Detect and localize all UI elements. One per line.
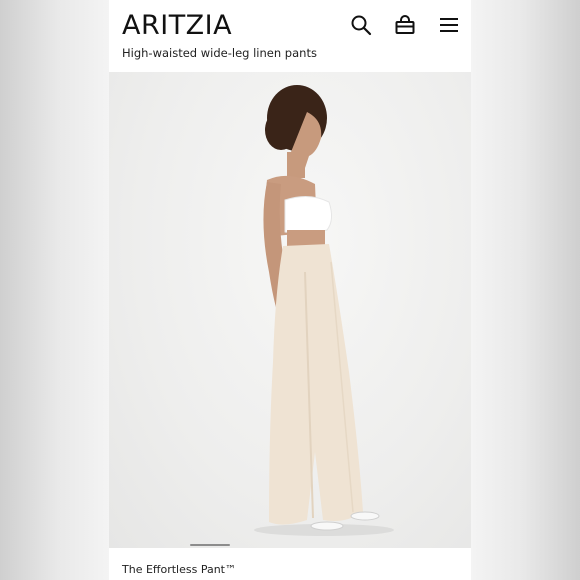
product-subtitle: High-waisted wide-leg linen pants — [122, 46, 317, 60]
product-image[interactable] — [109, 72, 471, 548]
search-icon[interactable] — [350, 14, 372, 36]
bag-icon[interactable] — [394, 14, 416, 36]
carousel-indicator[interactable] — [190, 544, 230, 546]
menu-icon[interactable] — [438, 14, 460, 36]
product-name[interactable]: The Effortless Pant™ — [122, 563, 236, 576]
app-header: ARITZIA High-waisted wide-leg linen pant… — [109, 0, 471, 72]
model-illustration — [254, 85, 394, 536]
brand-logo[interactable]: ARITZIA — [122, 10, 232, 41]
product-screen: ARITZIA High-waisted wide-leg linen pant… — [109, 0, 471, 580]
